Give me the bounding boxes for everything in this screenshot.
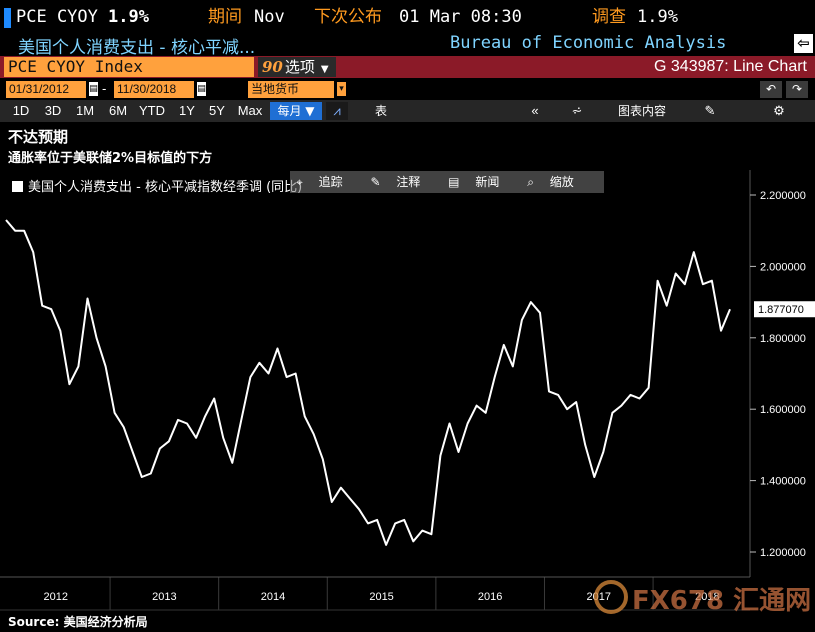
survey-label: 调查 bbox=[592, 7, 626, 27]
edit-icon[interactable]: ✎ bbox=[700, 102, 720, 120]
pencil-icon: ✎ bbox=[370, 175, 381, 189]
options-label: 选项 bbox=[284, 58, 315, 76]
annotate-tool[interactable]: ✎ 注释 bbox=[370, 175, 432, 189]
chart-style-icon[interactable]: ⩫ bbox=[566, 102, 588, 120]
description-row: 美国个人消费支出 - 核心平减... Bureau of Economic An… bbox=[0, 32, 815, 58]
chart-source: Source: 美国经济分析局 bbox=[8, 615, 148, 629]
annotate-label: 注释 bbox=[396, 175, 421, 189]
range-max[interactable]: Max bbox=[234, 102, 266, 120]
line-chart[interactable]: 2012 2013 2014 2015 2016 2017 2018 1.2000001.4… bbox=[0, 168, 815, 613]
news-icon: ▤ bbox=[448, 175, 460, 189]
x-tick-label: 2014 bbox=[261, 591, 285, 603]
y-axis: 1.200000 1.400000 1.600000 1.800000 2.000000… bbox=[749, 170, 806, 577]
range-1y[interactable]: 1Y bbox=[174, 102, 200, 120]
line-chart-icon[interactable]: ⩘ bbox=[326, 102, 348, 120]
period-value: Nov bbox=[254, 7, 285, 27]
last-value: 1.9% bbox=[108, 7, 149, 27]
calendar-icon[interactable]: ▤ bbox=[197, 82, 206, 96]
range-3d[interactable]: 3D bbox=[40, 102, 66, 120]
next-release-label: 下次公布 bbox=[314, 7, 382, 27]
frequency-select[interactable]: 每月 ▼ bbox=[270, 102, 322, 120]
period-label: 期间 bbox=[208, 7, 242, 27]
ticker-input[interactable]: PCE CYOY Index bbox=[4, 57, 254, 77]
currency-select[interactable]: 当地货币 bbox=[248, 81, 334, 98]
legend-series-name: 美国个人消费支出 - 核心平减指数经季调 (同比) bbox=[28, 180, 303, 195]
zoom-icon: ⌕ bbox=[527, 175, 534, 189]
undo-icon[interactable]: ↶ bbox=[760, 81, 782, 98]
range-1m[interactable]: 1M bbox=[72, 102, 98, 120]
survey-value: 1.9% bbox=[637, 7, 678, 27]
range-ytd[interactable]: YTD bbox=[136, 102, 168, 120]
chevron-down-icon: ▼ bbox=[305, 104, 315, 118]
security-marker bbox=[4, 8, 11, 28]
date-bar: 01/31/2012 ▤ - 11/30/2018 ▤ 当地货币 ▾ ↶ ↷ bbox=[0, 78, 815, 100]
zoom-label: 缩放 bbox=[549, 175, 574, 189]
command-bar: PCE CYOY Index 90 选项 ▼ G 343987: Line Char… bbox=[0, 56, 815, 78]
series-line-pce bbox=[5, 219, 731, 546]
y-tick-label: 1.200000 bbox=[760, 547, 806, 559]
y-tick-label: 1.600000 bbox=[760, 404, 806, 416]
security-description: 美国个人消费支出 - 核心平减... bbox=[18, 38, 256, 58]
chevron-down-icon[interactable]: ▾ bbox=[337, 82, 346, 96]
watermark-text: FX678 汇通网 bbox=[632, 586, 812, 616]
legend-swatch bbox=[12, 181, 23, 192]
chevron-down-icon: ▼ bbox=[320, 64, 329, 75]
options-menu[interactable]: 90 选项 ▼ bbox=[258, 57, 336, 77]
export-arrow-icon[interactable]: ⇦ bbox=[794, 34, 813, 53]
gear-icon[interactable]: ⚙ bbox=[768, 102, 790, 120]
data-source: Bureau of Economic Analysis bbox=[450, 33, 727, 53]
table-button[interactable]: 表 bbox=[366, 102, 396, 120]
last-value-group: 1.877070 bbox=[754, 301, 815, 318]
redo-icon[interactable]: ↷ bbox=[786, 81, 808, 98]
y-tick-label: 1.400000 bbox=[760, 476, 806, 488]
security-header: PCE CYOY 1.9% 期间 Nov 下次公布 01 Mar 08:30 调… bbox=[0, 0, 815, 34]
track-tool[interactable]: ⌖ 追踪 bbox=[296, 175, 355, 189]
crosshair-icon: ⌖ bbox=[296, 175, 303, 189]
x-tick-label: 2012 bbox=[44, 591, 68, 603]
start-date-field[interactable]: 01/31/2012 bbox=[6, 81, 86, 98]
x-tick-label: 2013 bbox=[152, 591, 176, 603]
chart-id: G 343987: Line Chart bbox=[654, 58, 807, 75]
security-symbol[interactable]: PCE CYOY bbox=[16, 6, 98, 28]
y-tick-label: 1.800000 bbox=[760, 333, 806, 345]
chart-title: 不达预期 bbox=[8, 128, 69, 146]
range-bar: 1D 3D 1M 6M YTD 1Y 5Y Max 每月 ▼ ⩘ 表 « ⩫ 图… bbox=[0, 100, 815, 122]
calendar-icon[interactable]: ▤ bbox=[89, 82, 98, 96]
range-1d[interactable]: 1D bbox=[8, 102, 34, 120]
x-tick-label: 2015 bbox=[369, 591, 393, 603]
track-label: 追踪 bbox=[318, 175, 343, 189]
double-chevron-left-icon[interactable]: « bbox=[524, 102, 546, 120]
y-tick-label: 2.000000 bbox=[760, 261, 806, 273]
y-tick-label: 2.200000 bbox=[760, 190, 806, 202]
news-tool[interactable]: ▤ 新闻 bbox=[448, 175, 511, 189]
chart-legend[interactable]: 美国个人消费支出 - 核心平减指数经季调 (同比) bbox=[12, 176, 302, 195]
last-value-label: 1.877070 bbox=[758, 304, 804, 316]
date-separator: - bbox=[102, 81, 107, 96]
watermark: FX678 汇通网 bbox=[594, 578, 811, 618]
options-number: 90 bbox=[262, 58, 283, 76]
frequency-label: 每月 bbox=[277, 104, 302, 118]
end-date-field[interactable]: 11/30/2018 bbox=[114, 81, 194, 98]
series-group bbox=[5, 219, 731, 546]
watermark-logo-icon bbox=[594, 580, 628, 614]
next-release-value: 01 Mar 08:30 bbox=[399, 7, 522, 27]
zoom-tool[interactable]: ⌕ 缩放 bbox=[527, 175, 586, 189]
x-tick-label: 2016 bbox=[478, 591, 502, 603]
chart-content-button[interactable]: 图表内容 bbox=[610, 102, 674, 120]
chart-tools-overlay: ⌖ 追踪 ✎ 注释 ▤ 新闻 ⌕ 缩放 bbox=[290, 171, 604, 193]
range-6m[interactable]: 6M bbox=[104, 102, 132, 120]
range-5y[interactable]: 5Y bbox=[204, 102, 230, 120]
news-label: 新闻 bbox=[475, 175, 500, 189]
chart-subtitle: 通胀率位于美联储2%目标值的下方 bbox=[8, 151, 213, 166]
